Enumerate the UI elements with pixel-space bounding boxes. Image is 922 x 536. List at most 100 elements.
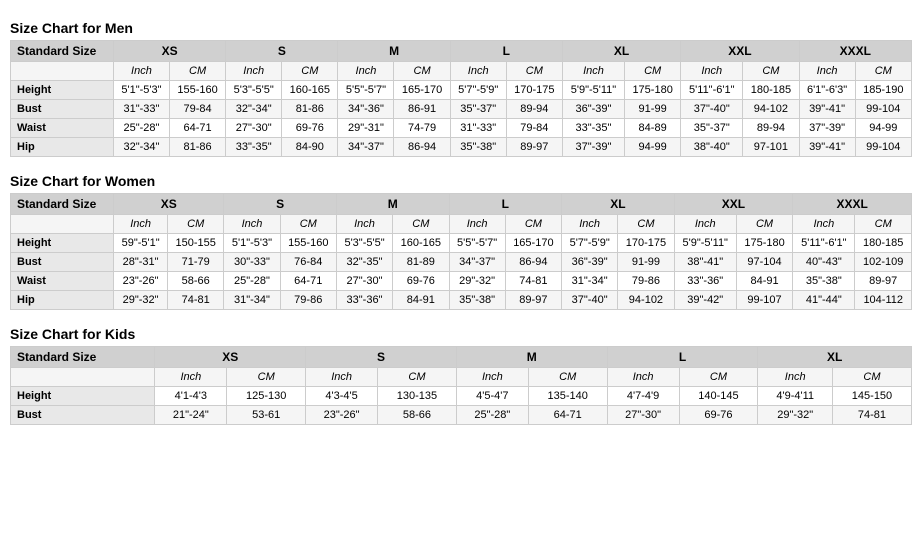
table-cell: 79-84 (506, 119, 562, 138)
kids-subheader-row: Inch CM Inch CM Inch CM Inch CM Inch CM (11, 368, 912, 387)
women-section: Size Chart for Women Standard Size XS S … (10, 173, 912, 310)
women-xl-inch: Inch (562, 215, 618, 234)
table-cell: 33"-36" (674, 272, 736, 291)
table-cell: 5'3"-5'5" (336, 234, 392, 253)
kids-tbody: Height4'1-4'3125-1304'3-4'5130-1354'5-4'… (11, 387, 912, 425)
table-cell: 76-84 (280, 253, 336, 272)
men-xxxl-header: XXXL (799, 41, 911, 62)
table-cell: 155-160 (169, 81, 225, 100)
table-cell: 89-94 (743, 119, 799, 138)
table-cell: 99-107 (736, 291, 792, 310)
table-cell: 34"-36" (338, 100, 394, 119)
men-xs-cm: CM (169, 62, 225, 81)
table-cell: 5'11"-6'1" (793, 234, 855, 253)
table-cell: 84-89 (625, 119, 681, 138)
table-row: Waist25"-28"64-7127"-30"69-7629"-31"74-7… (11, 119, 912, 138)
table-cell: 69-76 (282, 119, 338, 138)
table-row: Bust31"-33"79-8432"-34"81-8634"-36"86-91… (11, 100, 912, 119)
women-xxl-header: XXL (674, 194, 793, 215)
table-cell: 86-91 (394, 100, 450, 119)
table-cell: 5'11"-6'1" (681, 81, 743, 100)
table-cell: 99-104 (855, 138, 911, 157)
men-xxl-header: XXL (681, 41, 799, 62)
men-subheader-empty (11, 62, 114, 81)
table-cell: 5'7"-5'9" (562, 234, 618, 253)
kids-xl-header: XL (758, 347, 912, 368)
men-m-header: M (338, 41, 450, 62)
men-xxxl-cm: CM (855, 62, 911, 81)
table-cell: 79-86 (618, 272, 674, 291)
row-label: Waist (11, 272, 114, 291)
row-label: Height (11, 234, 114, 253)
table-cell: 170-175 (506, 81, 562, 100)
table-cell: 135-140 (528, 387, 607, 406)
table-cell: 97-104 (736, 253, 792, 272)
table-cell: 84-91 (393, 291, 449, 310)
table-cell: 39"-41" (799, 100, 855, 119)
women-xs-cm: CM (167, 215, 223, 234)
row-label: Waist (11, 119, 114, 138)
table-cell: 5'1"-5'3" (113, 81, 169, 100)
kids-xs-cm: CM (227, 368, 306, 387)
men-xl-cm: CM (625, 62, 681, 81)
table-cell: 69-76 (393, 272, 449, 291)
women-xxxl-header: XXXL (793, 194, 912, 215)
kids-s-header: S (306, 347, 457, 368)
women-tbody: Height59"-5'1"150-1555'1"-5'3"155-1605'3… (11, 234, 912, 310)
men-tbody: Height5'1"-5'3"155-1605'3"-5'5"160-1655'… (11, 81, 912, 157)
table-cell: 71-79 (167, 253, 223, 272)
kids-s-inch: Inch (306, 368, 378, 387)
table-cell: 29"-32" (758, 406, 833, 425)
men-m-cm: CM (394, 62, 450, 81)
table-cell: 28"-31" (114, 253, 168, 272)
table-cell: 34"-37" (449, 253, 505, 272)
men-xl-header: XL (562, 41, 680, 62)
row-label: Hip (11, 291, 114, 310)
table-cell: 37"-39" (562, 138, 624, 157)
table-cell: 180-185 (743, 81, 799, 100)
table-cell: 35"-37" (450, 100, 506, 119)
table-cell: 94-99 (625, 138, 681, 157)
table-cell: 74-81 (167, 291, 223, 310)
men-table: Standard Size XS S M L XL XXL XXXL Inch … (10, 40, 912, 157)
table-cell: 5'1"-5'3" (224, 234, 280, 253)
women-l-header: L (449, 194, 562, 215)
table-cell: 104-112 (855, 291, 912, 310)
table-cell: 94-102 (743, 100, 799, 119)
kids-header-row: Standard Size XS S M L XL (11, 347, 912, 368)
table-row: Waist23"-26"58-6625"-28"64-7127"-30"69-7… (11, 272, 912, 291)
table-cell: 32"-34" (226, 100, 282, 119)
men-xxxl-inch: Inch (799, 62, 855, 81)
women-table: Standard Size XS S M L XL XXL XXXL Inch … (10, 193, 912, 310)
kids-table: Standard Size XS S M L XL Inch CM Inch C… (10, 346, 912, 425)
women-title: Size Chart for Women (10, 173, 912, 189)
table-cell: 64-71 (528, 406, 607, 425)
table-cell: 53-61 (227, 406, 306, 425)
table-row: Height4'1-4'3125-1304'3-4'5130-1354'5-4'… (11, 387, 912, 406)
table-cell: 180-185 (855, 234, 912, 253)
table-cell: 37"-40" (562, 291, 618, 310)
kids-s-cm: CM (378, 368, 457, 387)
table-cell: 140-145 (679, 387, 758, 406)
table-cell: 27"-30" (607, 406, 679, 425)
table-cell: 64-71 (280, 272, 336, 291)
table-row: Bust21"-24"53-6123"-26"58-6625"-28"64-71… (11, 406, 912, 425)
row-label: Bust (11, 253, 114, 272)
table-cell: 185-190 (855, 81, 911, 100)
table-cell: 33"-36" (336, 291, 392, 310)
table-cell: 86-94 (505, 253, 561, 272)
table-cell: 25"-28" (113, 119, 169, 138)
table-cell: 5'9"-5'11" (562, 81, 624, 100)
table-row: Hip29"-32"74-8131"-34"79-8633"-36"84-913… (11, 291, 912, 310)
table-cell: 35"-37" (681, 119, 743, 138)
men-header-row: Standard Size XS S M L XL XXL XXXL (11, 41, 912, 62)
men-section: Size Chart for Men Standard Size XS S M … (10, 20, 912, 157)
table-cell: 74-79 (394, 119, 450, 138)
men-l-inch: Inch (450, 62, 506, 81)
table-cell: 74-81 (832, 406, 911, 425)
table-cell: 25"-28" (456, 406, 528, 425)
table-cell: 59"-5'1" (114, 234, 168, 253)
table-cell: 5'9"-5'11" (674, 234, 736, 253)
table-cell: 35"-38" (793, 272, 855, 291)
table-cell: 89-97 (855, 272, 912, 291)
